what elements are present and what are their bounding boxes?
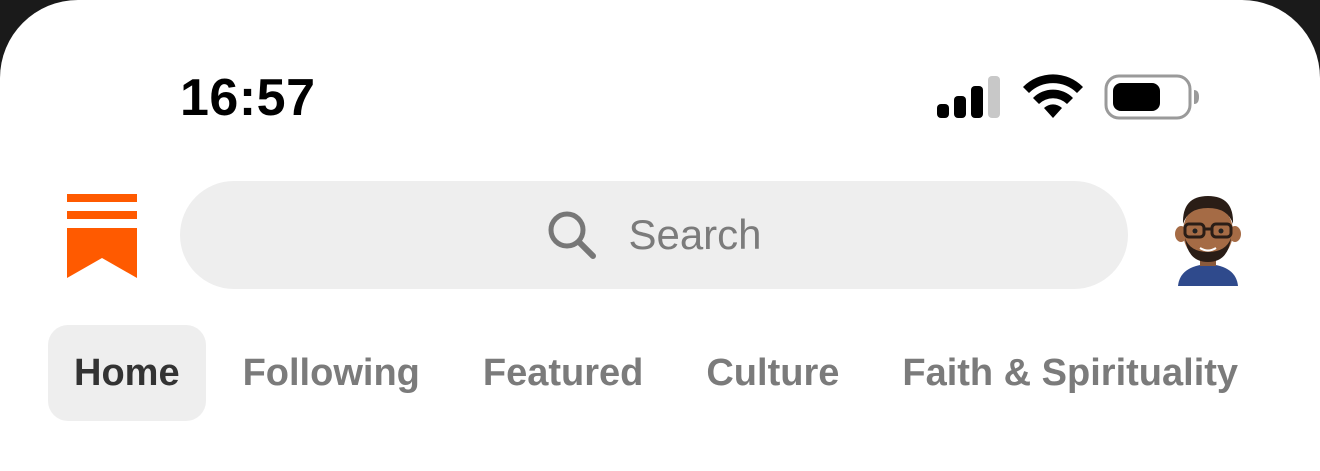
tab-home[interactable]: Home [48,325,206,421]
wifi-icon [1023,74,1083,118]
search-placeholder: Search [628,211,762,258]
tab-following[interactable]: Following [218,325,445,421]
search-bar[interactable]: Search [180,181,1128,289]
status-time: 16:57 [180,69,316,127]
app-screen: 16:57 Search Home Following Featured Cul… [0,0,1320,471]
tab-culture[interactable]: Culture [681,325,864,421]
battery-icon [1104,74,1199,120]
cellular-signal-icon [937,76,1000,118]
tab-faith-spirituality[interactable]: Faith & Spirituality [877,325,1263,421]
substack-logo-icon[interactable] [67,194,137,278]
tab-featured[interactable]: Featured [458,325,668,421]
search-icon [548,211,597,259]
topic-tabs: Home Following Featured Culture Faith & … [48,325,1276,421]
avatar[interactable] [1170,190,1246,286]
